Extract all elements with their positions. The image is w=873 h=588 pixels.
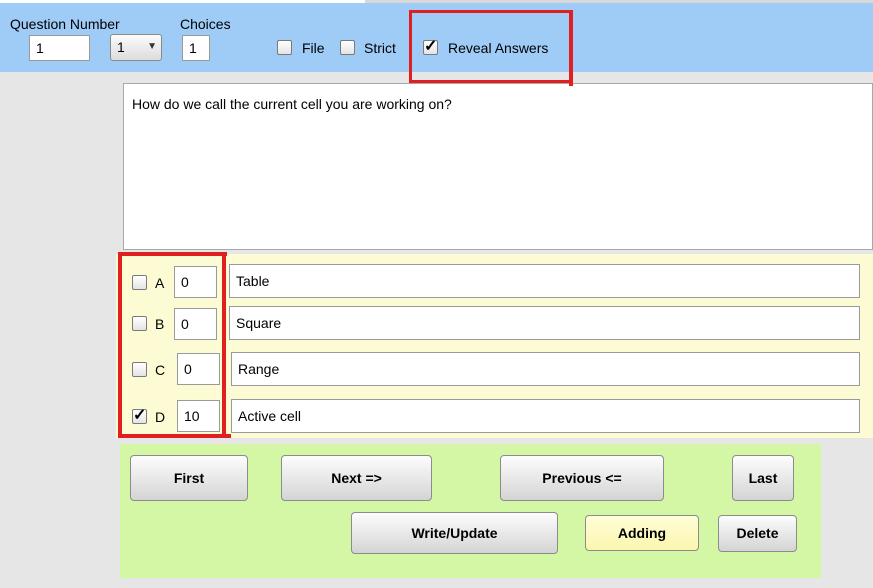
- choice-a-score[interactable]: 0: [174, 266, 217, 298]
- strict-checkbox[interactable]: [340, 40, 355, 55]
- choices-label: Choices: [180, 16, 231, 32]
- choice-d-text[interactable]: Active cell: [231, 399, 860, 433]
- top-strip-grey: [365, 0, 873, 3]
- annotation-choices-top: [118, 252, 227, 256]
- question-text: How do we call the current cell you are …: [132, 96, 452, 112]
- question-select-value: 1: [117, 39, 125, 55]
- choice-c-checkbox[interactable]: [132, 362, 147, 377]
- choices-input[interactable]: 1: [182, 35, 210, 61]
- choice-c-letter: C: [155, 362, 166, 378]
- question-number-label: Question Number: [10, 16, 120, 32]
- question-number-select[interactable]: 1 ▼: [110, 34, 162, 61]
- choices-panel: A 0 Table B 0 Square C 0 Range ✓ D 10 Ac…: [116, 254, 873, 438]
- choice-c-text[interactable]: Range: [231, 352, 860, 386]
- annotation-left: [409, 10, 412, 83]
- choice-d-letter: D: [155, 409, 166, 425]
- annotation-choices-right: [222, 252, 226, 434]
- choice-b-score[interactable]: 0: [174, 308, 217, 340]
- last-button[interactable]: Last: [732, 455, 794, 501]
- chevron-down-icon: ▼: [147, 41, 157, 52]
- checkmark-icon: ✓: [133, 407, 147, 424]
- top-strip: [0, 0, 365, 3]
- delete-button[interactable]: Delete: [718, 515, 797, 552]
- choice-b-checkbox[interactable]: [132, 316, 147, 331]
- file-checkbox[interactable]: [277, 40, 292, 55]
- choice-a-text[interactable]: Table: [229, 264, 860, 298]
- strict-label: Strict: [364, 40, 396, 56]
- reveal-answers-label: Reveal Answers: [448, 40, 549, 56]
- first-button[interactable]: First: [130, 455, 248, 501]
- file-label: File: [302, 40, 325, 56]
- choice-d-checkbox[interactable]: ✓: [132, 407, 147, 424]
- annotation-choices-bottom: [118, 434, 231, 438]
- question-number-input[interactable]: 1: [29, 35, 90, 61]
- navigation-panel: First Next => Previous <= Last Write/Upd…: [120, 444, 821, 578]
- choice-b-text[interactable]: Square: [229, 306, 860, 340]
- annotation-choices-left: [118, 252, 122, 438]
- adding-button[interactable]: Adding: [585, 515, 699, 551]
- choice-d-score[interactable]: 10: [177, 400, 220, 432]
- annotation-right: [569, 10, 573, 86]
- choice-b-letter: B: [155, 316, 165, 332]
- next-button[interactable]: Next =>: [281, 455, 432, 501]
- reveal-answers-checkbox[interactable]: ✓: [423, 38, 438, 55]
- choice-a-letter: A: [155, 275, 165, 291]
- choice-c-score[interactable]: 0: [177, 353, 220, 385]
- question-textarea[interactable]: How do we call the current cell you are …: [123, 83, 873, 250]
- annotation-top: [409, 10, 571, 13]
- previous-button[interactable]: Previous <=: [500, 455, 664, 501]
- checkmark-icon: ✓: [424, 38, 438, 55]
- write-update-button[interactable]: Write/Update: [351, 512, 558, 554]
- annotation-bottom: [409, 80, 573, 83]
- choice-a-checkbox[interactable]: [132, 275, 147, 290]
